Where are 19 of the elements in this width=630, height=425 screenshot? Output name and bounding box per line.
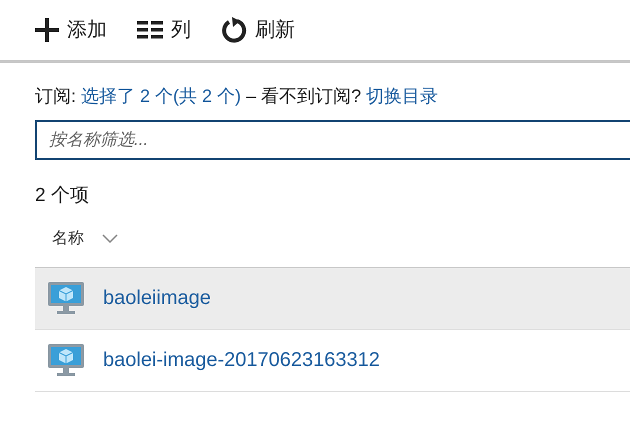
toolbar-button[interactable]: 列 [137,15,191,45]
item-count: 2 个项 [35,185,89,206]
columns-icon [137,21,163,39]
subscription-link[interactable]: 选择了 2 个(共 2 个) [81,86,242,106]
subscription-text: 订阅: 选择了 2 个(共 2 个) – 看不到订阅? 切换目录 [35,85,440,108]
toolbar-button[interactable]: 刷新 [221,15,295,45]
switch-directory-link[interactable]: 切换目录 [366,86,438,106]
column-header[interactable]: 名称 [52,226,118,250]
plus-icon [35,18,59,42]
filter-field[interactable]: 按名称筛选... [35,120,630,160]
chevron-down-icon [102,234,118,243]
item-link[interactable]: baoleiimage [103,283,211,313]
virtual-machine-icon [47,343,85,377]
refresh-icon [221,16,247,44]
table-row[interactable]: baoleiimage [35,268,630,330]
table-row[interactable]: baolei-image-20170623163312 [35,330,630,392]
toolbar-button[interactable]: 添加 [35,15,107,45]
item-link[interactable]: baolei-image-20170623163312 [103,345,380,375]
virtual-machine-icon [47,281,85,315]
